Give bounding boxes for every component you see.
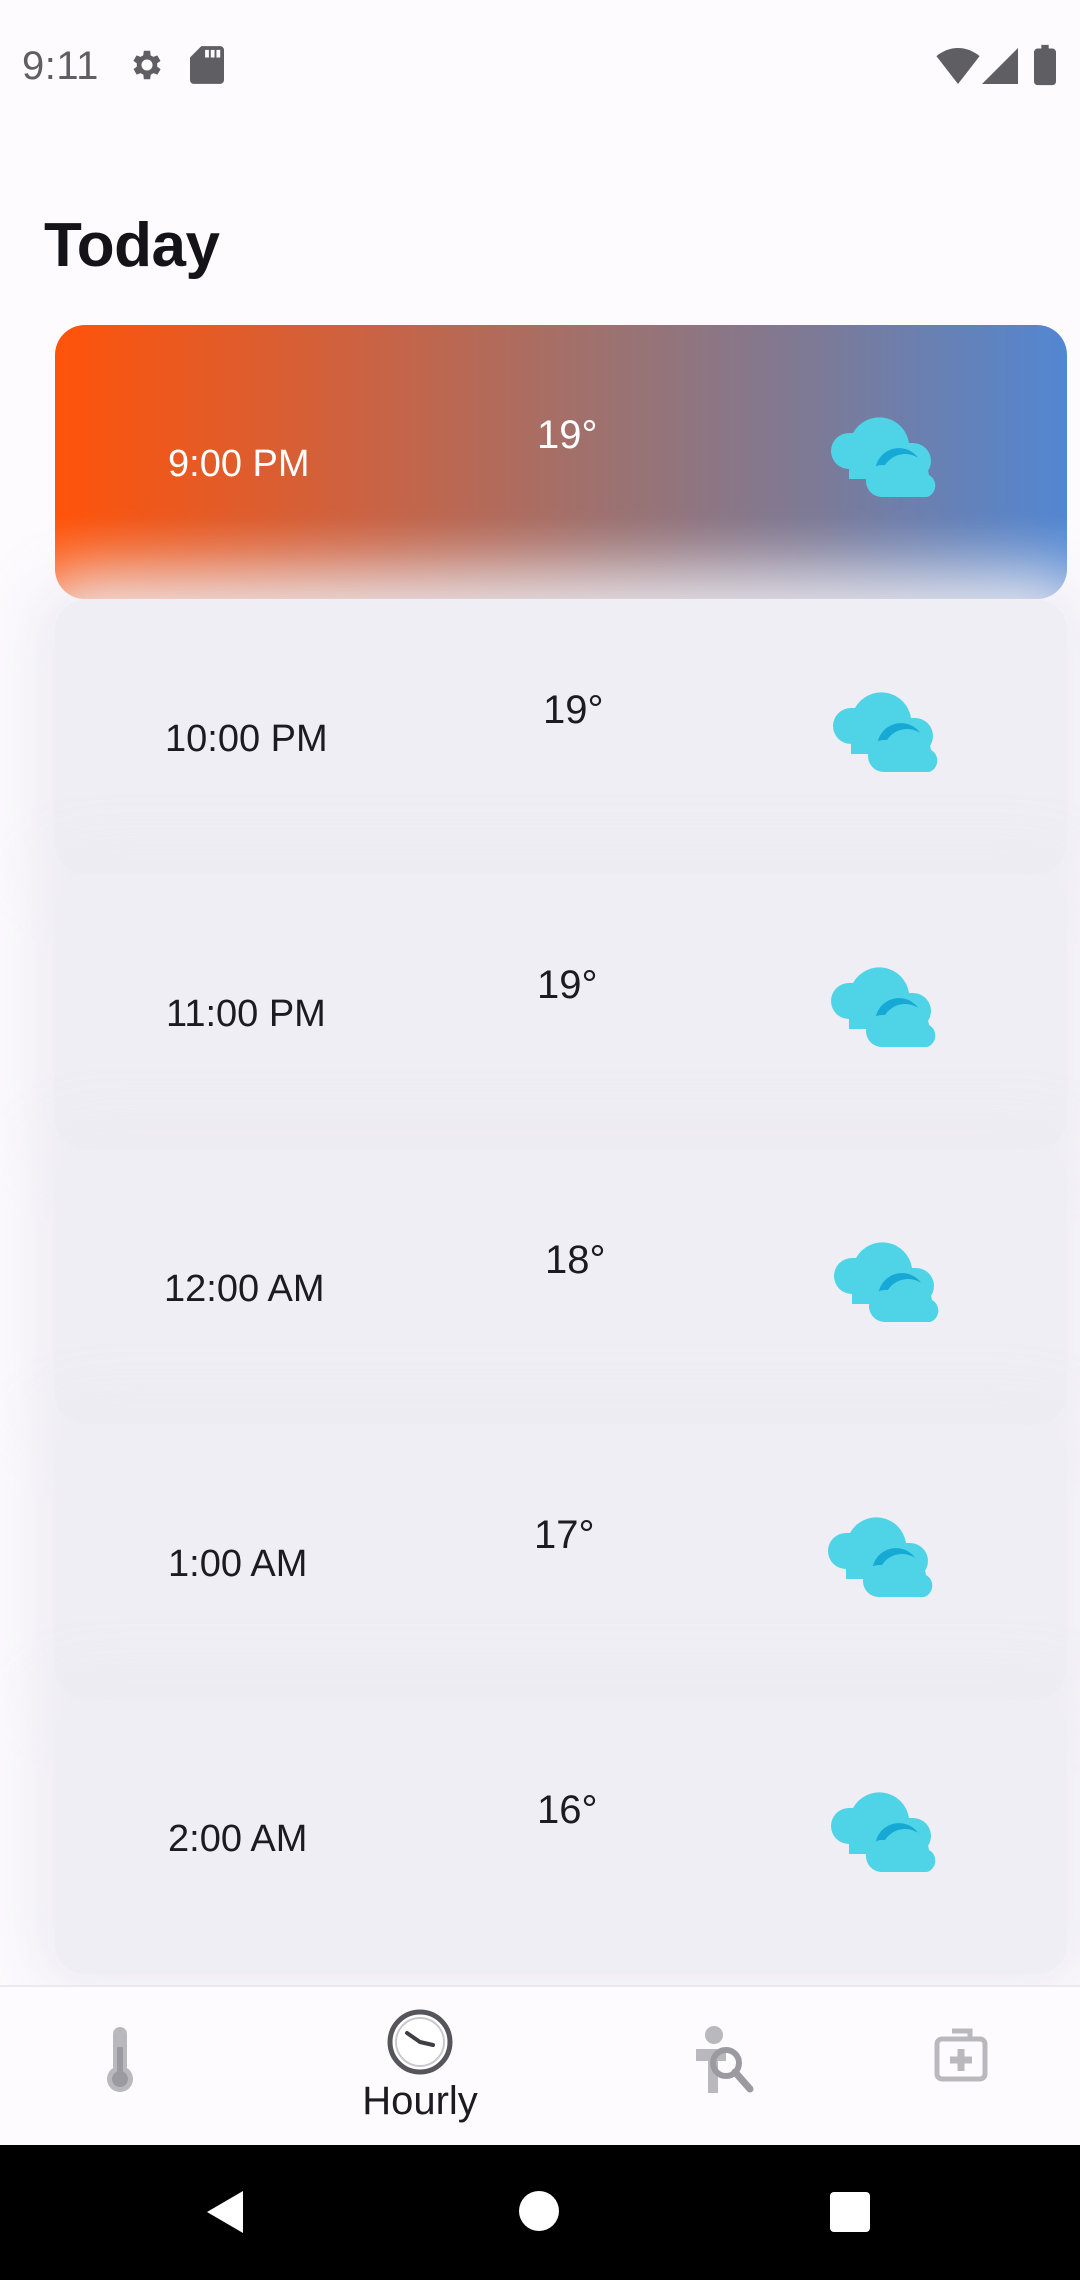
system-navigation-bar bbox=[0, 2145, 1080, 2280]
hour-row[interactable]: 2:00 AM 16° bbox=[55, 1700, 1067, 1974]
thermometer-icon bbox=[107, 2027, 133, 2092]
hour-temp: 17° bbox=[534, 1513, 595, 1557]
wifi-icon bbox=[936, 48, 980, 84]
status-bar: 9:11 bbox=[0, 0, 1080, 135]
hour-time: 11:00 PM bbox=[166, 993, 326, 1035]
person-search-icon bbox=[696, 2026, 754, 2093]
battery-icon bbox=[1034, 44, 1056, 86]
hour-temp: 18° bbox=[545, 1238, 606, 1282]
hour-time: 9:00 PM bbox=[168, 443, 310, 485]
clock-icon bbox=[387, 2009, 453, 2075]
partly-cloudy-icon bbox=[831, 967, 936, 1047]
status-time: 9:11 bbox=[22, 44, 99, 88]
settings-icon bbox=[133, 50, 161, 80]
back-icon[interactable] bbox=[205, 2189, 245, 2235]
hour-temp: 19° bbox=[537, 413, 598, 457]
hour-row-selected[interactable]: 9:00 PM 19° bbox=[55, 325, 1067, 599]
nav-item-current[interactable] bbox=[20, 1987, 220, 2147]
hour-time: 12:00 AM bbox=[164, 1268, 325, 1310]
partly-cloudy-icon bbox=[831, 417, 936, 497]
nav-label-hourly: Hourly bbox=[362, 2079, 478, 2123]
hour-row[interactable]: 12:00 AM 18° bbox=[55, 1150, 1067, 1424]
page-title: Today bbox=[44, 211, 220, 280]
nav-item-hourly[interactable]: Hourly bbox=[320, 1987, 520, 2147]
hour-time: 10:00 PM bbox=[165, 718, 328, 760]
hour-temp: 19° bbox=[543, 688, 604, 732]
sd-card-icon bbox=[190, 46, 224, 84]
partly-cloudy-icon bbox=[833, 692, 938, 772]
hourly-forecast-list[interactable]: 9:00 PM 19° 10:00 PM 19° 11:00 PM 19° 12… bbox=[0, 325, 1080, 1985]
partly-cloudy-icon bbox=[831, 1792, 936, 1872]
signal-icon bbox=[982, 48, 1018, 84]
medical-kit-icon bbox=[934, 2028, 988, 2082]
hour-temp: 19° bbox=[537, 963, 598, 1007]
bottom-navigation: Hourly bbox=[0, 1985, 1080, 2147]
hour-time: 1:00 AM bbox=[168, 1543, 308, 1585]
partly-cloudy-icon bbox=[834, 1242, 939, 1322]
home-icon[interactable] bbox=[518, 2190, 560, 2232]
hour-row[interactable]: 1:00 AM 17° bbox=[55, 1425, 1067, 1699]
nav-item-activity[interactable] bbox=[620, 1987, 820, 2147]
recents-icon[interactable] bbox=[829, 2191, 871, 2233]
nav-item-health[interactable] bbox=[860, 1987, 1060, 2147]
hour-row[interactable]: 10:00 PM 19° bbox=[55, 600, 1067, 874]
hour-time: 2:00 AM bbox=[168, 1818, 308, 1860]
partly-cloudy-icon bbox=[828, 1517, 933, 1597]
hour-row[interactable]: 11:00 PM 19° bbox=[55, 875, 1067, 1149]
hour-temp: 16° bbox=[537, 1788, 598, 1832]
